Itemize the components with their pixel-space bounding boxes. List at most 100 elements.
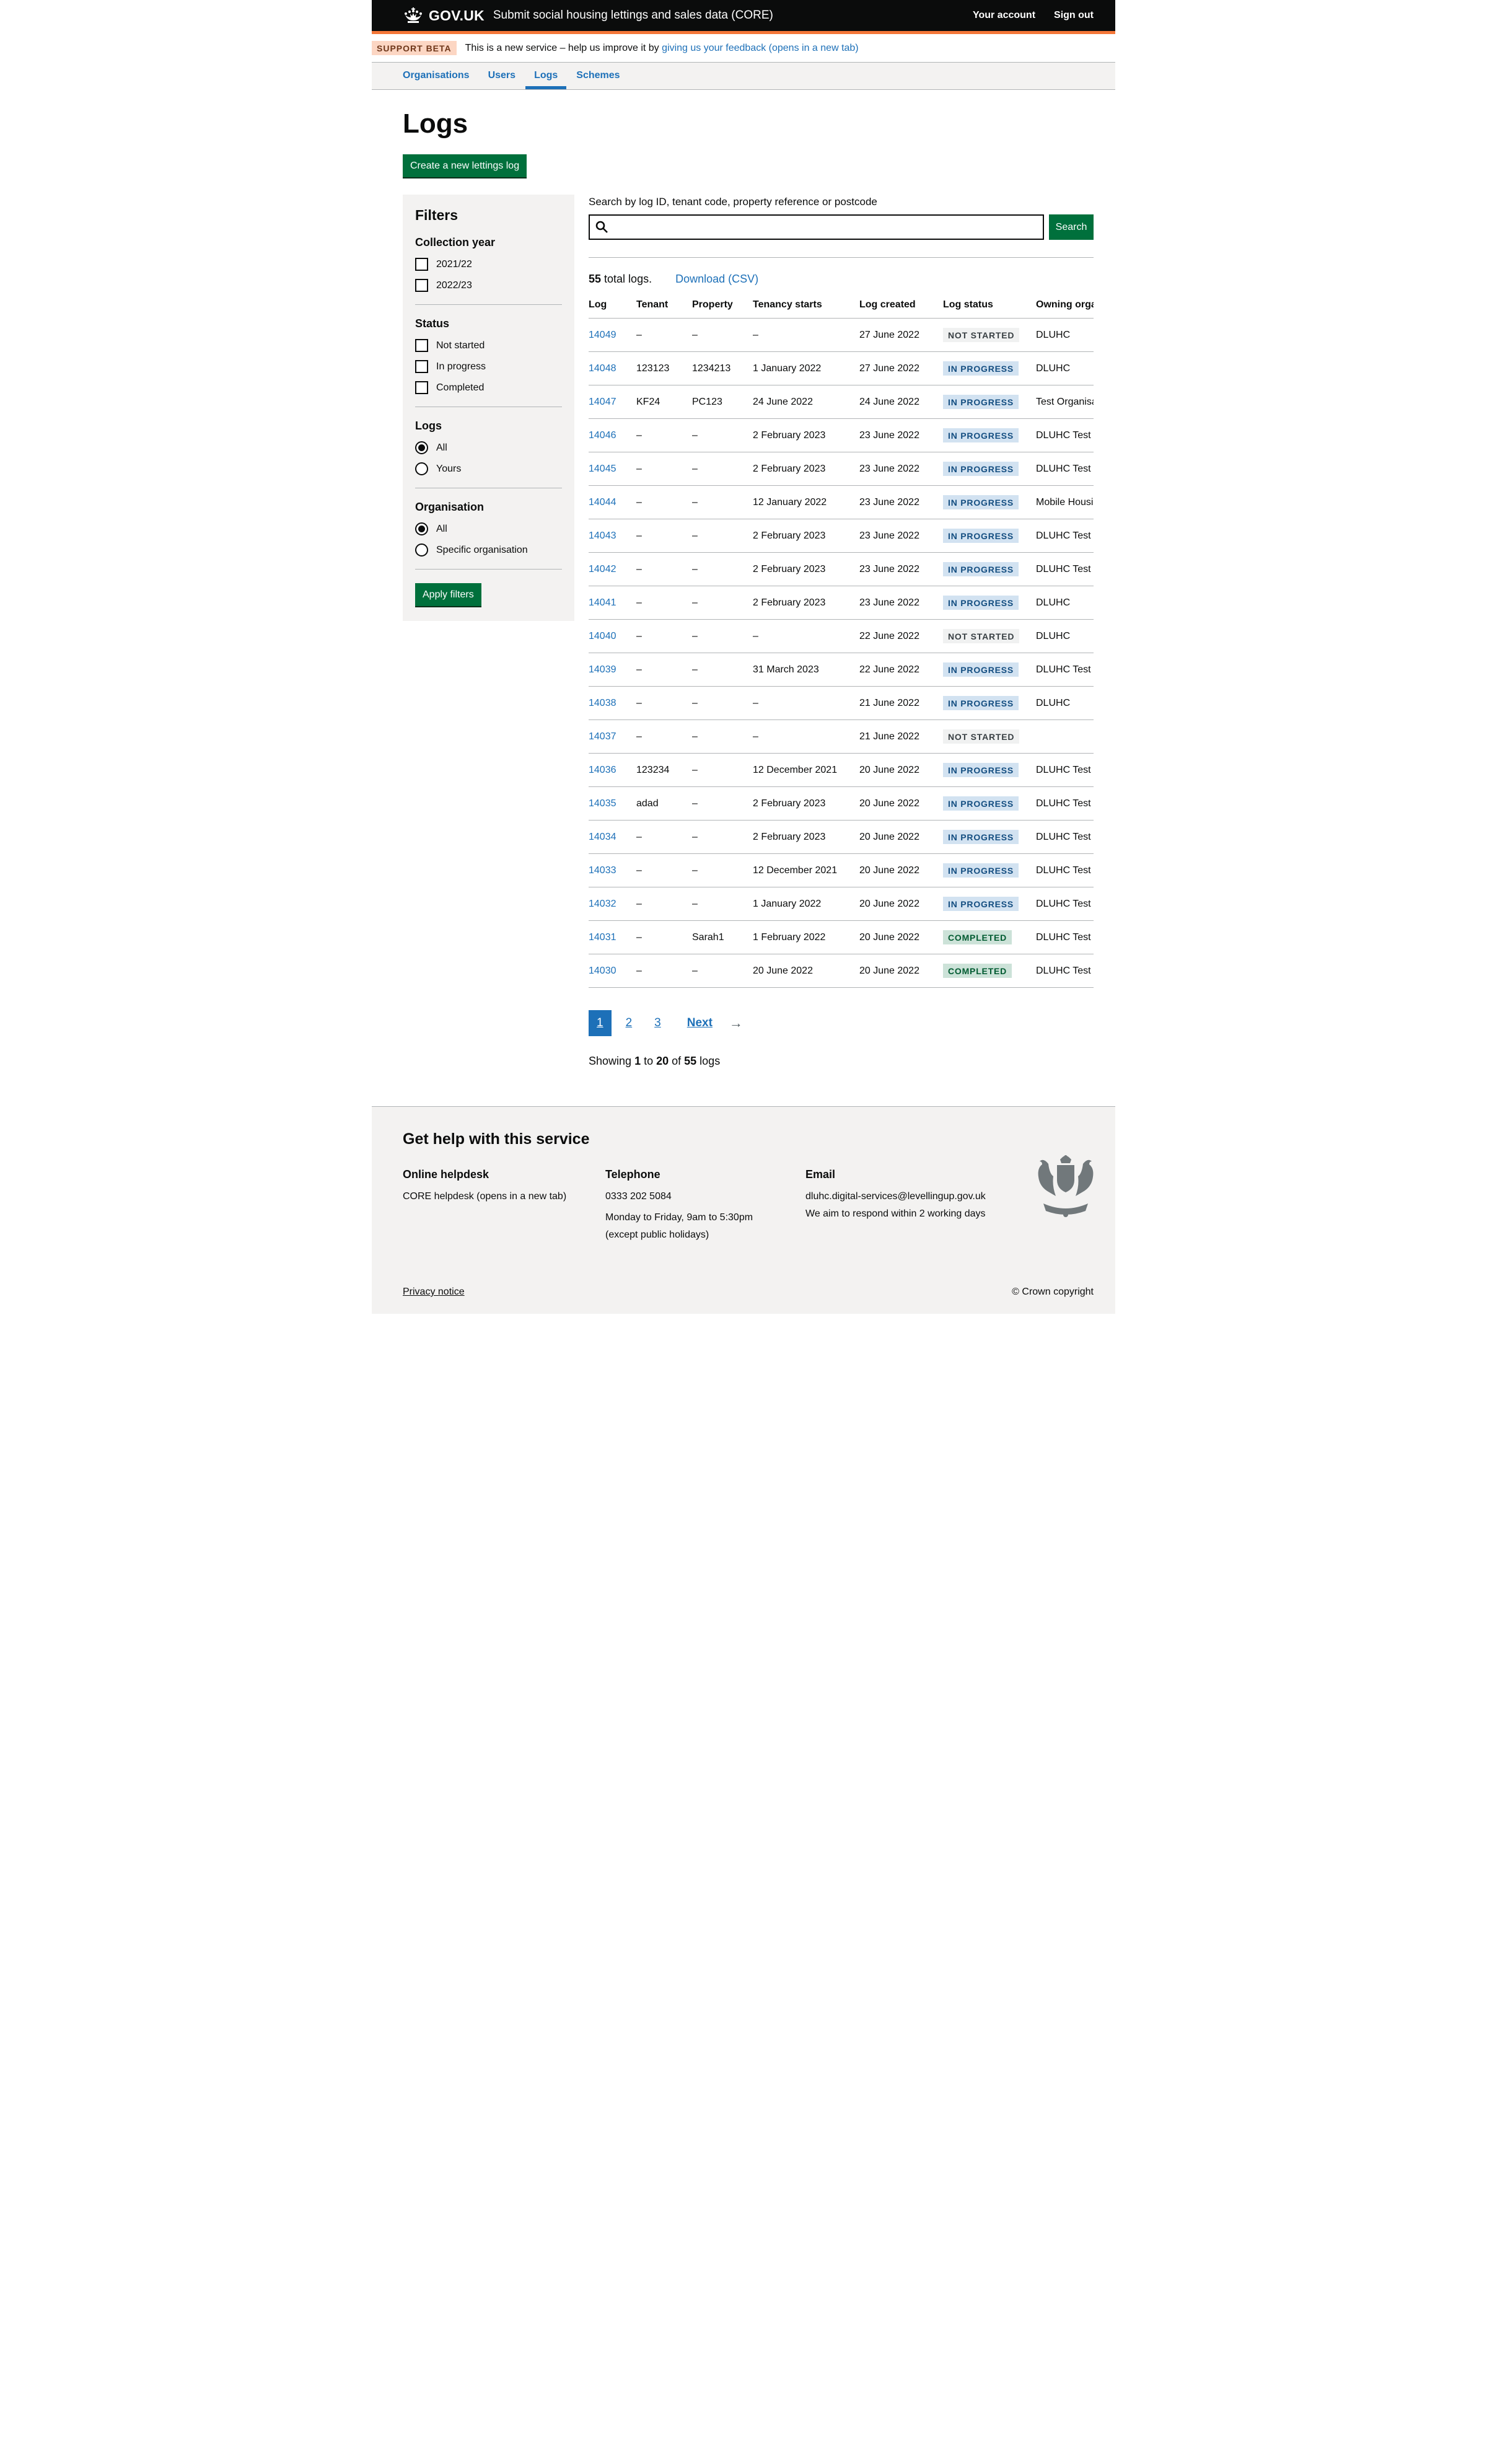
govuk-logo[interactable]: GOV.UK — [403, 7, 485, 24]
your-account-link[interactable]: Your account — [973, 10, 1035, 21]
radio-logs-yours[interactable]: Yours — [415, 462, 562, 475]
tenancy-starts-cell: 1 January 2022 — [753, 352, 859, 385]
log-link[interactable]: 14037 — [589, 731, 616, 742]
core-helpdesk-link[interactable]: CORE helpdesk (opens in a new tab) — [403, 1191, 566, 1202]
tenant-cell: – — [636, 854, 692, 887]
service-name-link[interactable]: Submit social housing lettings and sales… — [493, 9, 773, 22]
radio-icon[interactable] — [415, 462, 428, 475]
status-badge: IN PROGRESS — [943, 796, 1019, 811]
checkbox-icon[interactable] — [415, 279, 428, 292]
pagination-next-link[interactable]: Next — [679, 1010, 721, 1036]
govuk-header: GOV.UK Submit social housing lettings an… — [372, 0, 1115, 34]
log-status-cell: IN PROGRESS — [943, 385, 1036, 419]
log-link[interactable]: 14031 — [589, 932, 616, 943]
log-id-cell: 14045 — [589, 452, 636, 486]
checkbox-2021-22[interactable]: 2021/22 — [415, 258, 562, 271]
search-input[interactable] — [589, 214, 1044, 240]
log-link[interactable]: 14044 — [589, 497, 616, 508]
filters-divider — [415, 569, 562, 570]
checkbox-icon[interactable] — [415, 381, 428, 394]
log-link[interactable]: 14043 — [589, 530, 616, 541]
table-row: 14046––2 February 202323 June 2022IN PRO… — [589, 419, 1094, 452]
log-link[interactable]: 14049 — [589, 330, 616, 340]
radio-organisation-all[interactable]: All — [415, 522, 562, 535]
nav-item-users[interactable]: Users — [488, 63, 515, 89]
pagination-page-2[interactable]: 2 — [618, 1010, 641, 1036]
email-link[interactable]: dluhc.digital-services@levellingup.gov.u… — [805, 1191, 986, 1202]
log-link[interactable]: 14030 — [589, 966, 616, 976]
log-id-cell: 14041 — [589, 586, 636, 620]
sign-out-link[interactable]: Sign out — [1054, 10, 1094, 21]
status-badge: IN PROGRESS — [943, 462, 1019, 476]
tenancy-starts-cell: 24 June 2022 — [753, 385, 859, 419]
privacy-notice-link[interactable]: Privacy notice — [403, 1287, 465, 1298]
radio-icon[interactable] — [415, 543, 428, 557]
checkbox-not-started[interactable]: Not started — [415, 339, 562, 352]
checkbox-icon[interactable] — [415, 339, 428, 352]
log-link[interactable]: 14048 — [589, 363, 616, 374]
log-link[interactable]: 14041 — [589, 597, 616, 608]
status-badge: IN PROGRESS — [943, 495, 1019, 509]
filter-group-logs: Logs All Yours — [415, 420, 562, 475]
log-created-cell: 23 June 2022 — [859, 519, 943, 553]
owning-org-cell: DLUHC Test Org — [1036, 921, 1094, 954]
nav-item-logs[interactable]: Logs — [534, 63, 558, 89]
log-link[interactable]: 14040 — [589, 631, 616, 641]
tenant-cell: adad — [636, 787, 692, 821]
tenant-cell: – — [636, 553, 692, 586]
radio-icon-selected[interactable] — [415, 522, 428, 535]
log-link[interactable]: 14045 — [589, 464, 616, 474]
radio-icon-selected[interactable] — [415, 441, 428, 454]
log-created-cell: 21 June 2022 — [859, 687, 943, 720]
log-created-cell: 20 June 2022 — [859, 887, 943, 921]
property-cell: Sarah1 — [692, 921, 753, 954]
nav-item-organisations[interactable]: Organisations — [403, 63, 470, 89]
table-row: 14043––2 February 202323 June 2022IN PRO… — [589, 519, 1094, 553]
log-id-cell: 14038 — [589, 687, 636, 720]
search-button[interactable]: Search — [1049, 214, 1094, 240]
search-results-divider — [589, 257, 1094, 258]
apply-filters-button[interactable]: Apply filters — [415, 583, 481, 606]
log-id-cell: 14044 — [589, 486, 636, 519]
status-heading: Status — [415, 317, 562, 330]
owning-org-cell: DLUHC Test Org — [1036, 787, 1094, 821]
showing-summary: Showing 1 to 20 of 55 logs — [589, 1055, 1094, 1068]
feedback-link[interactable]: giving us your feedback (opens in a new … — [662, 43, 859, 53]
checkbox-icon[interactable] — [415, 360, 428, 373]
checkbox-completed[interactable]: Completed — [415, 381, 562, 394]
log-link[interactable]: 14047 — [589, 397, 616, 407]
log-status-cell: NOT STARTED — [943, 720, 1036, 754]
checkbox-in-progress[interactable]: In progress — [415, 360, 562, 373]
log-link[interactable]: 14042 — [589, 564, 616, 574]
govuk-logo-text: GOV.UK — [429, 7, 485, 24]
log-status-cell: IN PROGRESS — [943, 419, 1036, 452]
log-link[interactable]: 14039 — [589, 664, 616, 675]
log-link[interactable]: 14046 — [589, 430, 616, 441]
download-csv-link[interactable]: Download (CSV) — [675, 273, 758, 286]
crown-icon — [403, 7, 424, 24]
checkbox-icon[interactable] — [415, 258, 428, 271]
checkbox-2022-23[interactable]: 2022/23 — [415, 279, 562, 292]
nav-item-schemes[interactable]: Schemes — [576, 63, 620, 89]
table-row: 14037–––21 June 2022NOT STARTED — [589, 720, 1094, 754]
create-lettings-log-button[interactable]: Create a new lettings log — [403, 154, 527, 177]
footer-helpdesk-column: Online helpdesk CORE helpdesk (opens in … — [403, 1168, 605, 1247]
owning-org-cell: DLUHC Test Org — [1036, 887, 1094, 921]
radio-organisation-specific[interactable]: Specific organisation — [415, 543, 562, 557]
log-link[interactable]: 14032 — [589, 899, 616, 909]
radio-logs-all[interactable]: All — [415, 441, 562, 454]
owning-org-cell: Test Organisation — [1036, 385, 1094, 419]
crown-copyright-link[interactable]: © Crown copyright — [1012, 1287, 1094, 1298]
log-link[interactable]: 14036 — [589, 765, 616, 775]
status-badge: COMPLETED — [943, 964, 1012, 978]
tenant-cell: – — [636, 720, 692, 754]
log-link[interactable]: 14033 — [589, 865, 616, 876]
log-link[interactable]: 14035 — [589, 798, 616, 809]
tenancy-starts-cell: 2 February 2023 — [753, 419, 859, 452]
tenant-cell: – — [636, 821, 692, 854]
log-link[interactable]: 14034 — [589, 832, 616, 842]
log-link[interactable]: 14038 — [589, 698, 616, 708]
pagination-page-3[interactable]: 3 — [646, 1010, 669, 1036]
pagination-page-1-current[interactable]: 1 — [589, 1010, 612, 1036]
table-row: 14047KF24PC12324 June 202224 June 2022IN… — [589, 385, 1094, 419]
